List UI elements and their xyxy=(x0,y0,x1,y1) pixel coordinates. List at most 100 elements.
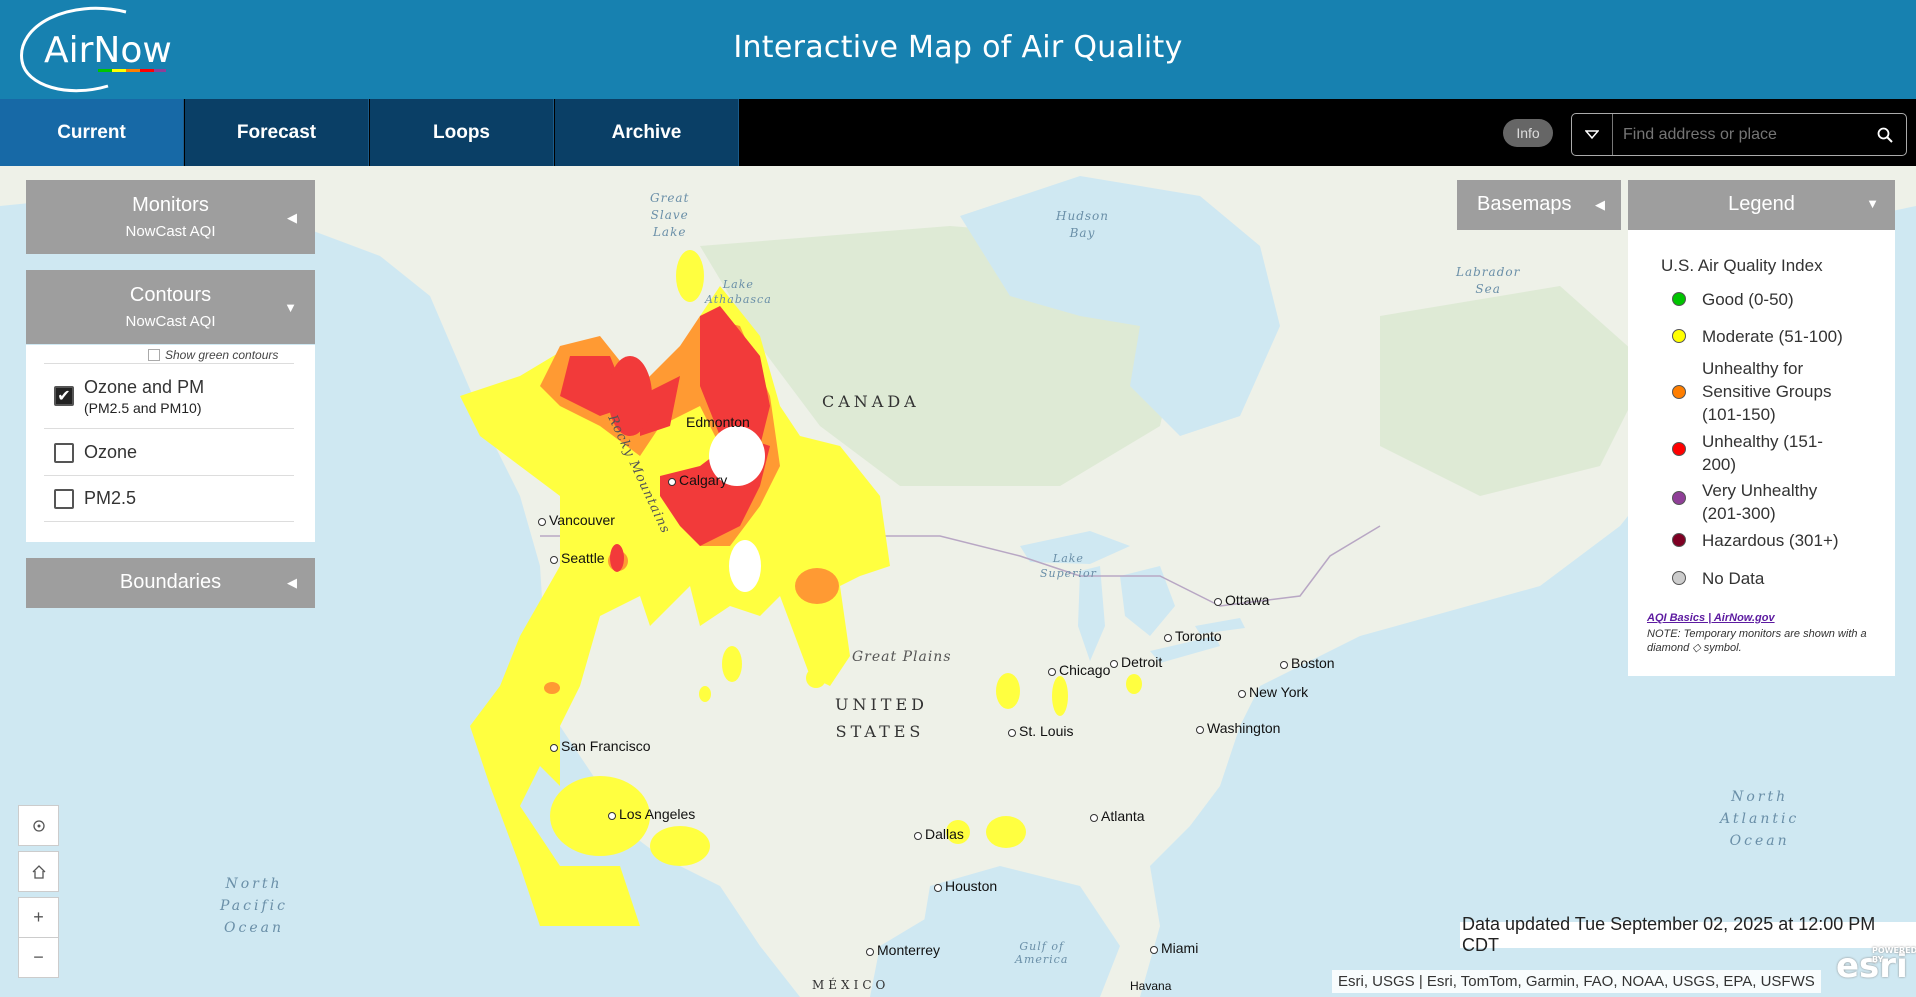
city-label: Seattle xyxy=(550,550,605,566)
collapse-left-icon: ◀ xyxy=(287,210,297,225)
legend-swatch xyxy=(1672,571,1686,585)
legend-swatch xyxy=(1672,292,1686,306)
city-label: Monterrey xyxy=(866,942,940,958)
city-label: Houston xyxy=(934,878,997,894)
page-title: Interactive Map of Air Quality xyxy=(733,30,1183,65)
country-label: MÉXICO xyxy=(812,978,890,992)
search-box xyxy=(1571,113,1907,156)
show-green-label: Show green contours xyxy=(165,348,279,362)
plus-icon: + xyxy=(33,907,44,927)
option-label: Ozone and PM xyxy=(84,376,205,397)
search-input[interactable] xyxy=(1613,114,1864,155)
expand-down-icon: ▼ xyxy=(1866,196,1879,211)
legend-swatch xyxy=(1672,385,1686,399)
search-icon xyxy=(1877,127,1893,143)
boundaries-panel-header[interactable]: Boundaries ◀ xyxy=(26,558,315,608)
basemaps-panel-header[interactable]: Basemaps ◀ xyxy=(1457,180,1621,230)
city-label: Chicago xyxy=(1048,662,1110,678)
water-label: Great Slave Lake xyxy=(650,191,690,239)
aqi-basics-link[interactable]: AQI Basics | AirNow.gov xyxy=(1647,612,1775,624)
minus-icon: − xyxy=(33,947,44,967)
search-source-dropdown[interactable] xyxy=(1572,114,1613,155)
city-label: Detroit xyxy=(1110,654,1162,670)
city-label: Los Angeles xyxy=(608,806,695,822)
map-attribution: Esri, USGS | Esri, TomTom, Garmin, FAO, … xyxy=(1332,970,1821,993)
water-label: Lake Superior xyxy=(1040,552,1097,580)
legend-swatch xyxy=(1672,533,1686,547)
city-label: Calgary xyxy=(668,472,727,488)
zoom-in-button[interactable]: + xyxy=(18,897,59,938)
tab-loops[interactable]: Loops xyxy=(370,99,554,166)
city-label: Edmonton xyxy=(686,414,750,430)
contours-subtitle: NowCast AQI xyxy=(125,313,216,330)
legend-item: No Data xyxy=(1672,567,1862,590)
locate-button[interactable] xyxy=(18,805,59,846)
contours-title: Contours xyxy=(129,284,212,306)
city-label: Dallas xyxy=(914,826,964,842)
home-icon xyxy=(32,864,45,879)
city-label: Boston xyxy=(1280,655,1335,671)
legend-panel-body: U.S. Air Quality Index Good (0-50) Moder… xyxy=(1628,230,1895,676)
checkbox[interactable] xyxy=(54,488,74,509)
info-button[interactable]: Info xyxy=(1503,119,1553,147)
legend-item: Unhealthy for Sensitive Groups (101-150) xyxy=(1672,357,1852,426)
chevron-down-icon xyxy=(1585,129,1599,139)
esri-logo[interactable]: POWERED BY esri xyxy=(1836,946,1916,986)
show-green-checkbox[interactable] xyxy=(148,349,160,361)
legend-note: NOTE: Temporary monitors are shown with … xyxy=(1647,628,1867,654)
locate-icon xyxy=(32,819,45,832)
legend-item: Unhealthy (151-200) xyxy=(1672,430,1842,476)
city-label: Havana xyxy=(1130,979,1172,993)
city-label: Miami xyxy=(1150,940,1198,956)
monitors-title: Monitors xyxy=(132,194,209,216)
city-label: St. Louis xyxy=(1008,723,1073,739)
region-label: Great Plains xyxy=(852,649,952,665)
legend-swatch xyxy=(1672,442,1686,456)
legend-item: Very Unhealthy (201-300) xyxy=(1672,479,1842,525)
contours-panel-body: Show green contours ✔ Ozone and PM (PM2.… xyxy=(26,345,315,542)
water-label: Labrador Sea xyxy=(1456,265,1521,296)
checkbox-checked[interactable]: ✔ xyxy=(54,386,74,406)
home-button[interactable] xyxy=(18,851,59,892)
search-button[interactable] xyxy=(1864,114,1906,155)
legend-swatch xyxy=(1672,491,1686,505)
contours-panel-header[interactable]: Contours NowCast AQI ▼ xyxy=(26,270,315,344)
app-header: AirNow Interactive Map of Air Quality xyxy=(0,0,1916,99)
option-pm25[interactable]: PM2.5 xyxy=(44,476,294,522)
legend-item: Hazardous (301+) xyxy=(1672,529,1862,552)
city-label: Ottawa xyxy=(1214,592,1269,608)
tab-current[interactable]: Current xyxy=(0,99,184,166)
water-label: North Pacific Ocean xyxy=(220,876,288,936)
tab-archive[interactable]: Archive xyxy=(555,99,739,166)
option-ozone[interactable]: Ozone xyxy=(44,430,294,476)
checkbox[interactable] xyxy=(54,442,74,463)
legend-heading: U.S. Air Quality Index xyxy=(1661,256,1823,275)
water-label: North Atlantic Ocean xyxy=(1720,789,1800,849)
show-green-toggle[interactable]: Show green contours xyxy=(148,348,278,362)
water-label: Lake Athabasca xyxy=(705,278,772,306)
country-label: CANADA xyxy=(822,392,920,411)
city-label: New York xyxy=(1238,684,1308,700)
boundaries-title: Boundaries xyxy=(119,571,222,593)
option-label: PM2.5 xyxy=(84,488,137,508)
zoom-out-button[interactable]: − xyxy=(18,937,59,978)
legend-item: Good (0-50) xyxy=(1672,288,1862,311)
water-label: Gulf of America xyxy=(1015,940,1069,966)
collapse-left-icon: ◀ xyxy=(287,575,297,590)
legend-panel-header[interactable]: Legend ▼ xyxy=(1628,180,1895,230)
data-updated-label: Data updated Tue September 02, 2025 at 1… xyxy=(1460,914,1916,955)
monitors-subtitle: NowCast AQI xyxy=(125,223,216,240)
city-label: Toronto xyxy=(1164,628,1222,644)
no-data-area xyxy=(729,540,761,592)
country-label: UNITED STATES xyxy=(835,695,928,741)
option-ozone-and-pm[interactable]: ✔ Ozone and PM (PM2.5 and PM10) xyxy=(44,363,294,429)
legend-item: Moderate (51-100) xyxy=(1672,325,1862,348)
option-label: Ozone xyxy=(84,442,138,462)
tab-forecast[interactable]: Forecast xyxy=(185,99,369,166)
collapse-left-icon: ◀ xyxy=(1595,197,1605,212)
monitors-panel-header[interactable]: Monitors NowCast AQI ◀ xyxy=(26,180,315,254)
city-label: Washington xyxy=(1196,720,1280,736)
option-sublabel: (PM2.5 and PM10) xyxy=(84,399,202,416)
expand-down-icon: ▼ xyxy=(284,300,297,315)
city-label: San Francisco xyxy=(550,738,650,754)
